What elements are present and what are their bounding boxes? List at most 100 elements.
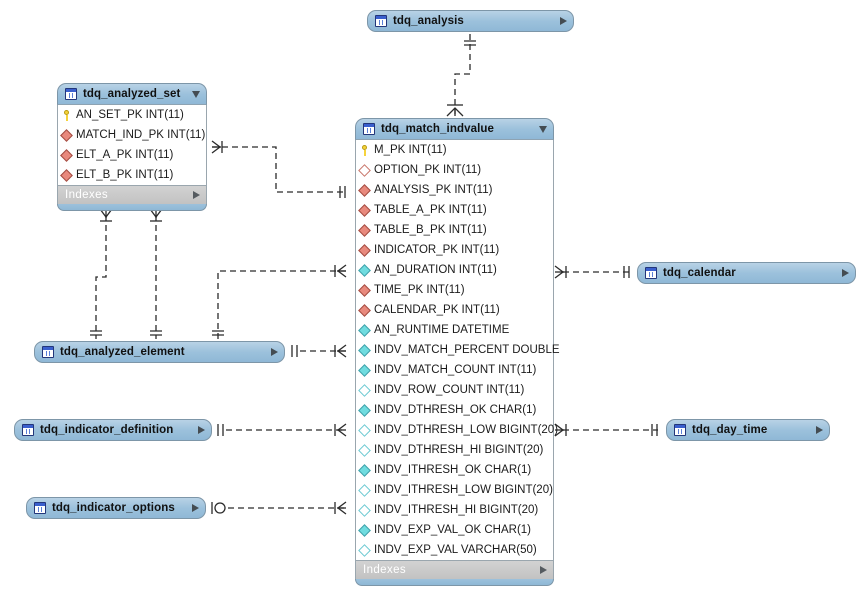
column-row[interactable]: INDV_EXP_VAL VARCHAR(50) xyxy=(356,540,553,560)
column-label: TABLE_A_PK INT(11) xyxy=(374,204,487,216)
column-row[interactable]: INDICATOR_PK INT(11) xyxy=(356,240,553,260)
column-label: INDICATOR_PK INT(11) xyxy=(374,244,500,256)
column-not-null-icon xyxy=(358,343,371,357)
table-tdq-day-time[interactable]: tdq_day_time xyxy=(666,419,830,441)
table-tdq-match-indvalue[interactable]: tdq_match_indvalue M_PK INT(11) OPTION_P… xyxy=(355,118,560,586)
table-name: tdq_match_indvalue xyxy=(381,123,494,135)
column-row[interactable]: MATCH_IND_PK INT(11) xyxy=(58,125,206,145)
column-row[interactable]: OPTION_PK INT(11) xyxy=(356,160,553,180)
card-match-many-430 xyxy=(336,423,347,437)
column-row[interactable]: INDV_ROW_COUNT INT(11) xyxy=(356,380,553,400)
table-tdq-analysis[interactable]: tdq_analysis xyxy=(367,10,574,32)
table-icon xyxy=(22,424,34,436)
card-analysis-one xyxy=(464,40,476,46)
table-tdq-calendar[interactable]: tdq_calendar xyxy=(637,262,856,284)
table-icon xyxy=(34,502,46,514)
column-row[interactable]: AN_SET_PK INT(11) xyxy=(58,105,206,125)
table-tdq-indicator-definition[interactable]: tdq_indicator_definition xyxy=(14,419,212,441)
column-row[interactable]: INDV_DTHRESH_HI BIGINT(20) xyxy=(356,440,553,460)
chevron-right-icon[interactable] xyxy=(193,191,200,199)
indexes-section[interactable]: Indexes xyxy=(355,560,554,579)
column-label: AN_RUNTIME DATETIME xyxy=(374,324,510,336)
chevron-right-icon[interactable] xyxy=(192,504,199,512)
column-not-null-icon xyxy=(358,363,371,377)
column-row[interactable]: ANALYSIS_PK INT(11) xyxy=(356,180,553,200)
table-header[interactable]: tdq_analysis xyxy=(367,10,574,32)
chevron-down-icon[interactable] xyxy=(192,90,200,98)
column-label: ELT_A_PK INT(11) xyxy=(76,149,174,161)
column-row[interactable]: TABLE_B_PK INT(11) xyxy=(356,220,553,240)
table-icon xyxy=(65,88,77,100)
column-label: AN_DURATION INT(11) xyxy=(374,264,497,276)
table-header[interactable]: tdq_calendar xyxy=(637,262,856,284)
card-element-one-a xyxy=(90,330,102,336)
column-row[interactable]: INDV_EXP_VAL_OK CHAR(1) xyxy=(356,520,553,540)
er-diagram-canvas: tdq_analysis tdq_analyzed_set AN_SET_PK … xyxy=(0,0,868,596)
column-not-null-icon xyxy=(358,323,371,337)
primary-key-icon xyxy=(61,109,72,121)
column-label: AN_SET_PK INT(11) xyxy=(76,109,184,121)
foreign-key-icon xyxy=(358,183,371,197)
column-row[interactable]: CALENDAR_PK INT(11) xyxy=(356,300,553,320)
foreign-key-icon xyxy=(358,223,371,237)
table-header[interactable]: tdq_indicator_definition xyxy=(14,419,212,441)
column-row[interactable]: M_PK INT(11) xyxy=(356,140,553,160)
table-name: tdq_day_time xyxy=(692,424,768,436)
column-row[interactable]: INDV_ITHRESH_OK CHAR(1) xyxy=(356,460,553,480)
chevron-right-icon[interactable] xyxy=(271,348,278,356)
column-row[interactable]: AN_DURATION INT(11) xyxy=(356,260,553,280)
chevron-down-icon[interactable] xyxy=(539,125,547,133)
table-header[interactable]: tdq_indicator_options xyxy=(26,497,206,519)
table-header[interactable]: tdq_analyzed_set xyxy=(57,83,207,105)
foreign-key-icon xyxy=(358,283,371,297)
column-row[interactable]: INDV_MATCH_COUNT INT(11) xyxy=(356,360,553,380)
column-label: INDV_MATCH_PERCENT DOUBLE xyxy=(374,344,560,356)
column-label: OPTION_PK INT(11) xyxy=(374,164,482,176)
column-row[interactable]: AN_RUNTIME DATETIME xyxy=(356,320,553,340)
table-header[interactable]: tdq_day_time xyxy=(666,419,830,441)
column-row[interactable]: TIME_PK INT(11) xyxy=(356,280,553,300)
table-tdq-analyzed-set[interactable]: tdq_analyzed_set AN_SET_PK INT(11) MATCH… xyxy=(57,83,207,211)
column-row[interactable]: INDV_DTHRESH_OK CHAR(1) xyxy=(356,400,553,420)
column-row[interactable]: ELT_B_PK INT(11) xyxy=(58,165,206,185)
indexes-section[interactable]: Indexes xyxy=(57,185,207,204)
column-nullable-icon xyxy=(358,503,371,517)
column-label: INDV_EXP_VAL_OK CHAR(1) xyxy=(374,524,532,536)
link-set-match xyxy=(212,146,346,193)
column-not-null-icon xyxy=(358,263,371,277)
column-label: INDV_DTHRESH_HI BIGINT(20) xyxy=(374,444,544,456)
chevron-right-icon[interactable] xyxy=(816,426,823,434)
column-row[interactable]: INDV_ITHRESH_HI BIGINT(20) xyxy=(356,500,553,520)
table-footer xyxy=(57,204,207,211)
column-nullable-icon xyxy=(358,423,371,437)
table-tdq-indicator-options[interactable]: tdq_indicator_options xyxy=(26,497,206,519)
chevron-right-icon[interactable] xyxy=(842,269,849,277)
table-icon xyxy=(645,267,657,279)
chevron-right-icon[interactable] xyxy=(560,17,567,25)
card-calendar-one xyxy=(623,266,630,278)
card-indopt-zero-circle xyxy=(214,502,226,514)
card-match-many-top xyxy=(446,107,464,117)
indexes-label: Indexes xyxy=(65,189,109,201)
table-footer xyxy=(355,579,554,586)
card-match-many-cal xyxy=(554,265,565,279)
column-row[interactable]: ELT_A_PK INT(11) xyxy=(58,145,206,165)
table-header[interactable]: tdq_match_indvalue xyxy=(355,118,554,140)
table-icon xyxy=(363,123,375,135)
foreign-key-icon xyxy=(60,128,73,142)
column-row[interactable]: INDV_ITHRESH_LOW BIGINT(20) xyxy=(356,480,553,500)
chevron-right-icon[interactable] xyxy=(198,426,205,434)
table-header[interactable]: tdq_analyzed_element xyxy=(34,341,285,363)
column-label: INDV_DTHRESH_LOW BIGINT(20) xyxy=(374,424,559,436)
column-label: TIME_PK INT(11) xyxy=(374,284,465,296)
column-row[interactable]: INDV_MATCH_PERCENT DOUBLE xyxy=(356,340,560,360)
column-row[interactable]: INDV_DTHRESH_LOW BIGINT(20) xyxy=(356,420,558,440)
chevron-right-icon[interactable] xyxy=(540,566,547,574)
column-label: INDV_DTHRESH_OK CHAR(1) xyxy=(374,404,537,416)
column-row[interactable]: TABLE_A_PK INT(11) xyxy=(356,200,553,220)
card-inddef-one xyxy=(217,424,224,436)
table-name: tdq_calendar xyxy=(663,267,736,279)
card-element-one-right xyxy=(291,345,298,357)
table-tdq-analyzed-element[interactable]: tdq_analyzed_element xyxy=(34,341,285,363)
column-label: ANALYSIS_PK INT(11) xyxy=(374,184,493,196)
